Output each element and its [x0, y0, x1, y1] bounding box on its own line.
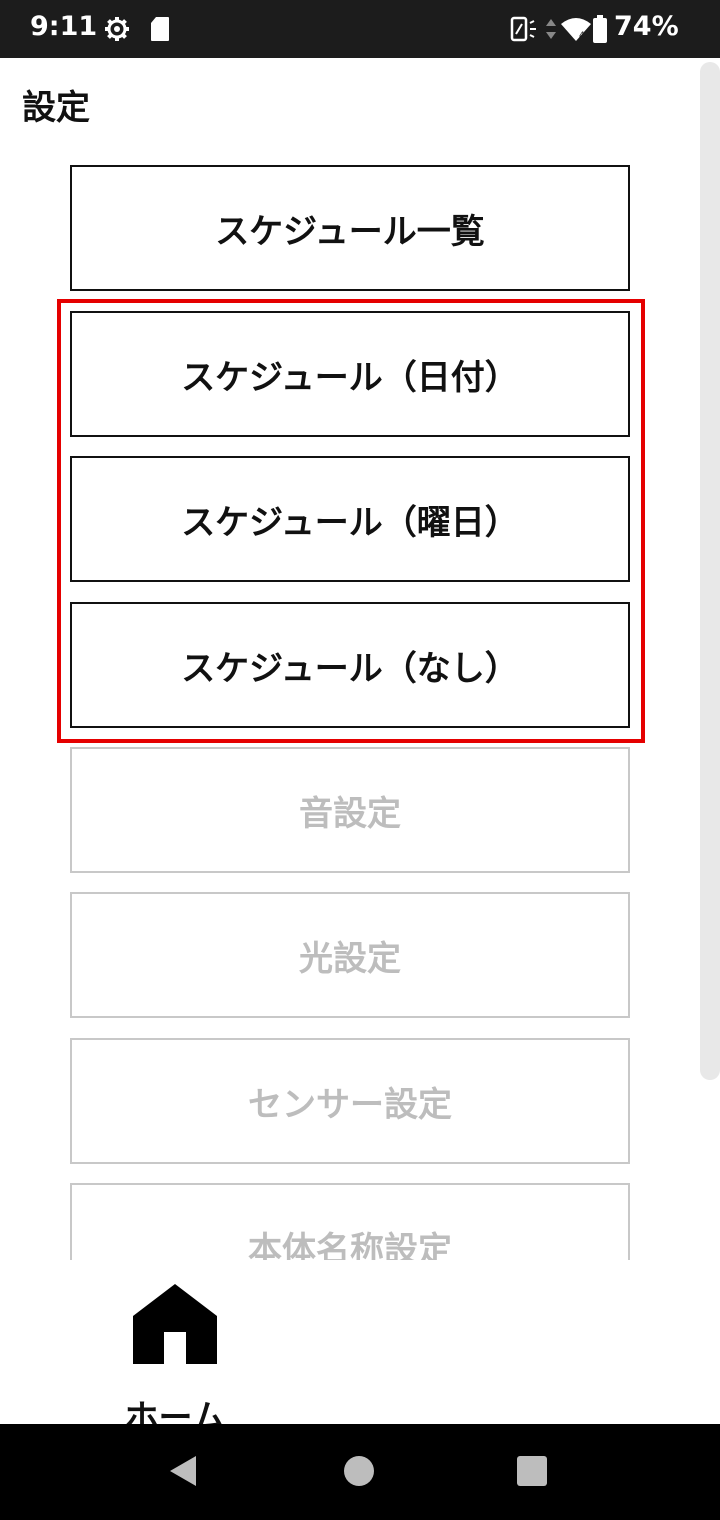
- recents-square-icon[interactable]: [517, 1456, 547, 1486]
- battery-percent: 74%: [614, 11, 679, 42]
- sensor-settings-button[interactable]: センサー設定: [70, 1038, 630, 1164]
- page-title: 設定: [22, 88, 90, 128]
- battery-icon: [592, 14, 608, 48]
- data-arrows-icon: [545, 17, 557, 45]
- schedule-list-button[interactable]: スケジュール一覧: [70, 165, 630, 291]
- schedule-none-button[interactable]: スケジュール（なし）: [70, 602, 630, 728]
- bottom-navigation: ホーム: [0, 1260, 720, 1438]
- settings-gear-icon: [104, 16, 130, 46]
- schedule-weekday-button[interactable]: スケジュール（曜日）: [70, 456, 630, 582]
- light-settings-button[interactable]: 光設定: [70, 892, 630, 1018]
- home-icon: [132, 1282, 218, 1368]
- vibrate-icon: [510, 16, 538, 46]
- sound-settings-button[interactable]: 音設定: [70, 747, 630, 873]
- device-name-settings-button[interactable]: 本体名称設定: [70, 1183, 630, 1260]
- system-navigation-bar: [0, 1424, 720, 1520]
- home-tab[interactable]: ホーム: [110, 1278, 240, 1438]
- back-icon[interactable]: [168, 1454, 198, 1492]
- status-bar: 9:11 4 74%: [0, 0, 720, 58]
- home-circle-icon[interactable]: [344, 1456, 374, 1486]
- wifi-icon: 4: [560, 16, 592, 46]
- svg-text:4: 4: [579, 31, 585, 41]
- status-time: 9:11: [30, 11, 98, 42]
- settings-menu-list: スケジュール一覧 スケジュール（日付） スケジュール（曜日） スケジュール（なし…: [0, 150, 720, 1260]
- schedule-date-button[interactable]: スケジュール（日付）: [70, 311, 630, 437]
- sd-card-icon: [150, 16, 170, 46]
